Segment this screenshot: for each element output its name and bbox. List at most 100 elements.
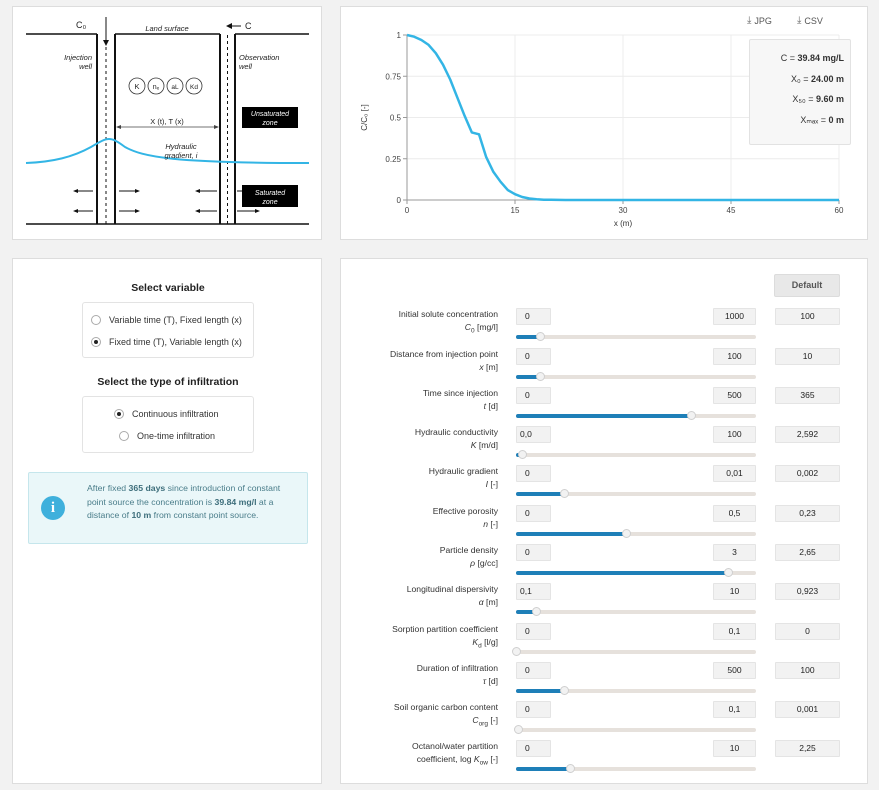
param-slider-handle[interactable] [531,607,541,616]
radio-fixed-time-button[interactable] [91,337,101,347]
param-label: Particle density ρ [g/cc] [439,545,498,568]
param-label: Hydraulic gradient I [-] [428,466,498,489]
param-value-input[interactable]: 100 [775,308,840,325]
param-slider[interactable] [516,568,756,577]
param-slider[interactable] [516,529,756,538]
param-slider[interactable] [512,647,756,656]
param-value-input[interactable]: 0,002 [775,465,840,482]
param-value-input[interactable]: 10 [775,348,840,365]
param-max-input[interactable]: 0,5 [713,505,756,522]
param-slider[interactable] [516,686,756,695]
param-value-input[interactable]: 2,592 [775,426,840,443]
hydraulic-gradient-label: Hydraulic [165,142,197,151]
radio-fixed-time[interactable]: Fixed time (T), Variable length (x) [91,337,242,347]
param-value-input[interactable]: 365 [775,387,840,404]
param-max-input[interactable]: 0,1 [713,701,756,718]
param-min-input[interactable]: 0,1 [516,583,551,600]
param-slider[interactable] [516,489,756,498]
param-slider[interactable] [516,372,756,381]
param-min-input[interactable]: 0 [516,701,551,718]
param-min-input[interactable]: 0 [516,465,551,482]
tooltip-c: C = 39.84 mg/L [780,53,844,63]
param-label: Initial solute concentration C0 [mg/l] [398,309,498,335]
param-slider-handle[interactable] [512,647,521,656]
param-min-input[interactable]: 0 [516,544,551,561]
param-slider-handle[interactable] [723,568,733,577]
param-row: Effective porosity n [-] 0 0,5 0,23 [341,505,869,545]
select-variable-title: Select variable [131,282,205,294]
param-max-input[interactable]: 0,01 [713,465,756,482]
param-value-input[interactable]: 2,25 [775,740,840,757]
select-infiltration-title: Select the type of infiltration [97,376,239,388]
param-min-input[interactable]: 0 [516,505,551,522]
param-value-input[interactable]: 0,23 [775,505,840,522]
param-slider-handle[interactable] [514,725,524,734]
radio-continuous-button[interactable] [114,409,124,419]
ne-symbol: nₑ [153,84,160,91]
select-infiltration-group: Continuous infiltration One-time infiltr… [82,396,254,453]
chart-panel: ⤓ JPG ⤓ CSV 0 15 30 45 60 0 0.25 0.5 0.75 1 x (m) C… [340,6,868,240]
param-value-input[interactable]: 100 [775,662,840,679]
param-slider-handle[interactable] [687,411,697,420]
param-slider-handle[interactable] [622,529,632,538]
unsaturated-zone-label: Unsaturated [251,111,290,118]
tooltip-x50: X₅₀ = 9.60 m [792,94,844,105]
param-max-input[interactable]: 10 [713,740,756,757]
param-max-input[interactable]: 0,1 [713,623,756,640]
param-slider[interactable] [516,332,756,341]
radio-variable-time[interactable]: Variable time (T), Fixed length (x) [91,315,242,325]
parameters-panel: Default Initial solute concentration C0 [… [340,258,868,784]
param-max-input[interactable]: 500 [713,387,756,404]
radio-one-time-label: One-time infiltration [137,431,216,441]
param-value-input[interactable]: 0 [775,623,840,640]
radio-one-time-button[interactable] [119,431,129,441]
radio-variable-time-button[interactable] [91,315,101,325]
param-max-input[interactable]: 3 [713,544,756,561]
default-button[interactable]: Default [774,274,840,297]
param-max-input[interactable]: 1000 [713,308,756,325]
param-label: Effective porosity n [-] [432,506,498,529]
y-tick-label: 1 [397,31,402,40]
radio-one-time[interactable]: One-time infiltration [119,431,215,441]
param-max-input[interactable]: 100 [713,348,756,365]
param-row: Sorption partition coefficient Kd [l/g] 0 0… [341,623,869,663]
param-slider[interactable] [514,725,756,734]
param-slider-handle[interactable] [536,332,545,341]
param-max-input[interactable]: 10 [713,583,756,600]
download-jpg-button[interactable]: ⤓ JPG [747,15,772,26]
param-row: Distance from injection point x [m] 0 100 10 [341,348,869,388]
param-slider[interactable] [516,607,756,616]
param-value-input[interactable]: 0,923 [775,583,840,600]
param-min-input[interactable]: 0 [516,662,551,679]
param-slider-handle[interactable] [518,450,528,459]
radio-continuous-label: Continuous infiltration [132,409,219,419]
param-max-input[interactable]: 100 [713,426,756,443]
param-min-input[interactable]: 0,0 [516,426,551,443]
x-axis-label: x (m) [614,219,633,228]
param-slider-handle[interactable] [566,764,575,773]
param-min-input[interactable]: 0 [516,308,551,325]
param-slider[interactable] [516,450,756,459]
param-slider-fill [516,767,570,771]
y-tick-label: 0.75 [385,72,401,81]
unsaturated-zone-label-2: zone [261,120,277,127]
param-value-input[interactable]: 0,001 [775,701,840,718]
param-max-input[interactable]: 500 [713,662,756,679]
param-label: Duration of infiltration τ [d] [416,663,498,686]
y-axis-label: C/C₀ [-] [360,104,369,130]
param-min-input[interactable]: 0 [516,740,551,757]
radio-variable-time-label: Variable time (T), Fixed length (x) [109,315,242,325]
param-slider[interactable] [516,411,756,420]
param-slider-handle[interactable] [560,489,569,498]
param-slider-handle[interactable] [536,372,545,381]
param-min-input[interactable]: 0 [516,387,551,404]
param-slider[interactable] [516,764,756,773]
param-value-input[interactable]: 2,65 [775,544,840,561]
param-min-input[interactable]: 0 [516,348,551,365]
download-csv-button[interactable]: ⤓ CSV [797,15,823,26]
radio-continuous[interactable]: Continuous infiltration [114,409,219,419]
scheme-panel: C₀ C Land surface Injection well Observa… [12,6,322,240]
param-slider-handle[interactable] [560,686,569,695]
param-min-input[interactable]: 0 [516,623,551,640]
param-label: Octanol/water partition coefficient, log … [412,741,498,767]
